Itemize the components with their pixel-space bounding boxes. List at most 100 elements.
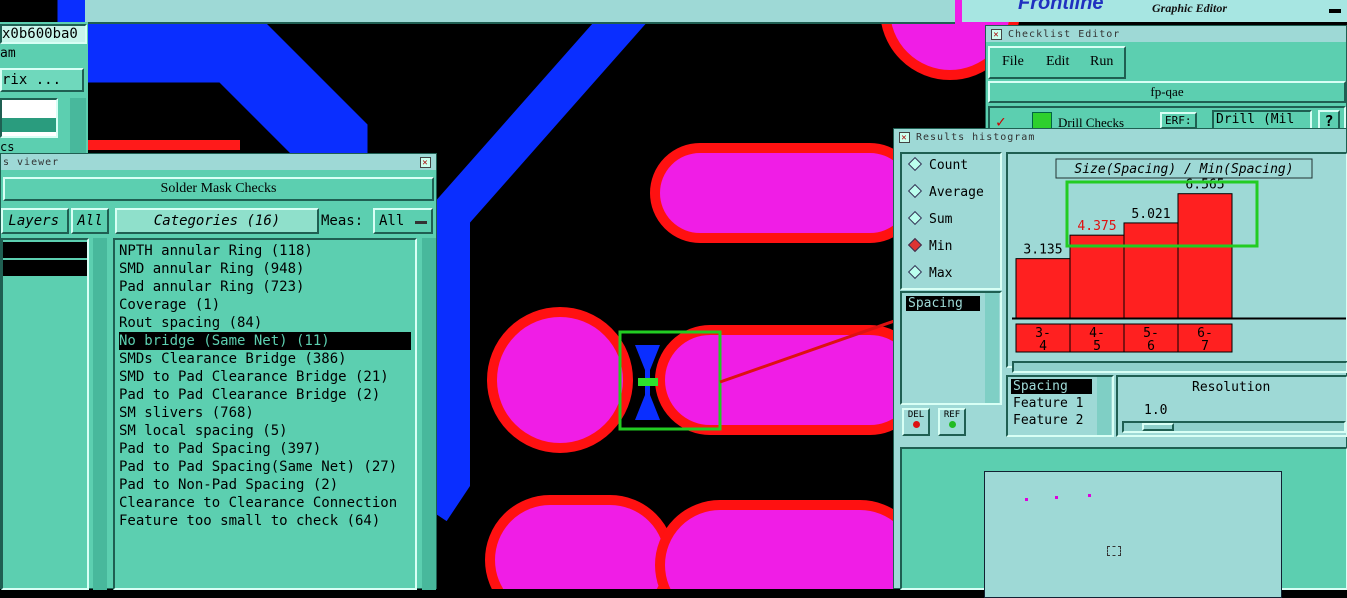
ref-button[interactable]: REF (938, 408, 966, 436)
layers-list-item[interactable] (3, 242, 87, 258)
radio-average[interactable]: Average (907, 183, 1000, 212)
checklist-title: Checklist Editor (1008, 29, 1121, 40)
category-item[interactable]: Pad to Pad Clearance Bridge (2) (119, 386, 415, 404)
histogram-bar[interactable] (1015, 258, 1071, 319)
radio-label: Count (929, 158, 969, 173)
result-list[interactable]: Spacing (900, 291, 1002, 405)
category-item[interactable]: Feature too small to check (64) (119, 512, 415, 530)
histogram-bar[interactable] (1123, 222, 1179, 319)
bar-value-label: 3.135 (1023, 243, 1062, 258)
category-item[interactable]: NPTH annular Ring (118) (119, 242, 415, 260)
close-icon[interactable]: ✕ (420, 157, 431, 168)
layers-all-button[interactable]: All (71, 208, 109, 234)
radio-max[interactable]: Max (907, 264, 1000, 293)
aggregate-radio-group: Count Average Sum Min Max (900, 152, 1002, 290)
minimize-icon[interactable] (1329, 9, 1341, 13)
layers-list-item[interactable] (3, 260, 87, 276)
viewer-title: s viewer (3, 157, 60, 168)
result-list-selected[interactable]: Spacing (906, 296, 980, 311)
del-icon (912, 421, 920, 428)
bar-value-label: 6.565 (1185, 178, 1224, 193)
feature-list[interactable]: Spacing Feature 1 Feature 2 (1006, 375, 1114, 437)
address-field[interactable]: x0b600ba0 (0, 24, 87, 44)
radio-indicator-icon (907, 183, 923, 199)
resolution-value: 1.0 (1144, 403, 1168, 418)
brand-subtitle: Graphic Editor (1152, 1, 1228, 15)
menu-run[interactable]: Run (1090, 54, 1113, 70)
histogram-bar[interactable] (1069, 234, 1125, 319)
matrix-button[interactable]: rix ... (0, 68, 84, 92)
resolution-label: Resolution (1192, 380, 1271, 395)
pcb-pad (655, 500, 925, 589)
ref-icon (948, 421, 956, 428)
histogram-titlebar[interactable]: ✕ Results histogram (894, 129, 1346, 145)
radio-label: Sum (929, 212, 953, 227)
resolution-slider-thumb[interactable] (1142, 423, 1174, 431)
feature-list-item[interactable]: Spacing (1011, 379, 1092, 394)
top-toolbar-fragment (85, 0, 955, 24)
pcb-pad (655, 325, 925, 435)
viewer-heading: Solder Mask Checks (3, 177, 434, 201)
bar-value-label: 5.021 (1131, 207, 1170, 222)
label-cs: cs (0, 140, 15, 154)
categories-label: Categories (16) (115, 208, 319, 234)
feature-list-scrollbar[interactable] (1097, 377, 1111, 435)
checklist-row-badge[interactable]: ERF: (1160, 112, 1197, 129)
preview-panel (900, 447, 1347, 598)
category-item[interactable]: Coverage (1) (119, 296, 415, 314)
meas-select[interactable]: All (373, 208, 433, 234)
radio-sum[interactable]: Sum (907, 210, 1000, 239)
histogram-title: Results histogram (916, 132, 1036, 143)
category-item[interactable]: Pad to Pad Spacing (397) (119, 440, 415, 458)
category-item[interactable]: SM local spacing (5) (119, 422, 415, 440)
viewer-window: s viewer ✕ Solder Mask Checks Layers All… (0, 153, 437, 590)
meas-label: Meas: (321, 213, 364, 229)
resolution-slider[interactable] (1122, 421, 1346, 433)
brand-logo: Frontline (1018, 0, 1104, 14)
menu-edit[interactable]: Edit (1046, 54, 1069, 70)
category-item[interactable]: Pad to Pad Spacing(Same Net) (27) (119, 458, 415, 476)
close-icon[interactable]: ✕ (899, 132, 910, 143)
close-icon[interactable]: ✕ (991, 29, 1002, 40)
radio-count[interactable]: Count (907, 156, 1000, 185)
histogram-bar[interactable] (1177, 193, 1233, 319)
menu-file[interactable]: File (1002, 54, 1024, 70)
category-item[interactable]: Pad to Non-Pad Spacing (2) (119, 476, 415, 494)
radio-label: Average (929, 185, 984, 200)
violation-marker (638, 378, 658, 386)
category-item[interactable]: SMD annular Ring (948) (119, 260, 415, 278)
category-item[interactable]: Pad annular Ring (723) (119, 278, 415, 296)
left-list[interactable] (0, 98, 58, 138)
histogram-window: ✕ Results histogram Count Average Sum Min Ma… (893, 128, 1347, 598)
checklist-menubar: File Edit Run (988, 46, 1126, 79)
checklist-window: ✕ Checklist Editor File Edit Run fp-qae … (985, 25, 1347, 133)
chart-title: Size(Spacing) / Min(Spacing) (1074, 162, 1293, 177)
pcb-pad (650, 143, 920, 243)
radio-indicator-icon (907, 156, 923, 172)
checklist-titlebar[interactable]: ✕ Checklist Editor (986, 26, 1346, 42)
viewer-titlebar[interactable]: s viewer ✕ (1, 154, 436, 170)
histogram-scrollbar[interactable] (1012, 361, 1347, 373)
preview-marker (1088, 494, 1091, 497)
category-item[interactable]: SMD to Pad Clearance Bridge (21) (119, 368, 415, 386)
label-am: am (0, 46, 16, 61)
layers-scrollbar[interactable] (93, 238, 107, 590)
del-button[interactable]: DEL (902, 408, 930, 436)
radio-min[interactable]: Min (907, 237, 1000, 266)
radio-label: Min (929, 239, 953, 254)
layers-list[interactable] (1, 238, 89, 590)
category-item[interactable]: SMDs Clearance Bridge (386) (119, 350, 415, 368)
category-item[interactable]: Rout spacing (84) (119, 314, 415, 332)
categories-scrollbar[interactable] (422, 238, 436, 590)
left-scrollbar[interactable] (70, 98, 86, 156)
category-item[interactable]: Clearance to Clearance Connection (119, 494, 415, 512)
category-item[interactable]: SM slivers (768) (119, 404, 415, 422)
layers-label: Layers (1, 208, 69, 234)
category-item[interactable]: No bridge (Same Net) (11) (119, 332, 411, 350)
dropdown-icon (415, 221, 427, 224)
categories-list[interactable]: NPTH annular Ring (118) SMD annular Ring … (113, 238, 417, 590)
preview-marker (1107, 546, 1121, 556)
preview-canvas[interactable] (984, 471, 1282, 598)
result-list-scrollbar[interactable] (985, 293, 999, 403)
histogram-chart[interactable]: Size(Spacing) / Min(Spacing)3.1353-44.37… (1008, 154, 1346, 366)
